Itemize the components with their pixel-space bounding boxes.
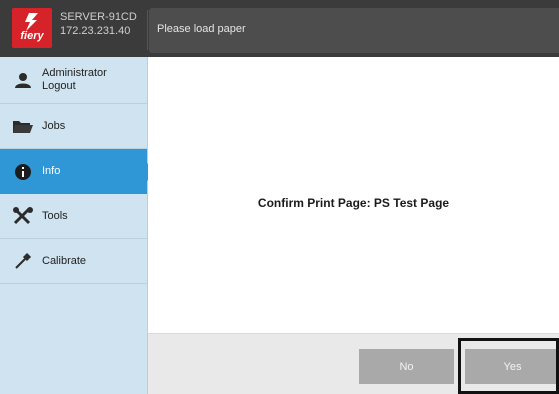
sidebar-item-calibrate[interactable]: Calibrate [0,239,147,284]
confirm-print-message: Confirm Print Page: PS Test Page [257,196,450,210]
dialog-button-bar: No Yes [148,333,559,394]
sidebar: Administrator Logout Jobs Info Tools Cal… [0,57,156,394]
status-message: Please load paper [157,23,246,35]
server-name: SERVER-91CD [60,11,137,23]
sidebar-item-label: Info [42,165,61,177]
no-button[interactable]: No [359,349,454,384]
pipette-icon [13,252,33,270]
fiery-flame-icon [25,12,38,31]
status-panel: Please load paper [149,8,559,53]
yes-button[interactable]: Yes [465,349,559,384]
server-ip: 172.23.231.40 [60,25,131,37]
info-icon [13,163,33,181]
server-info: SERVER-91CD 172.23.231.40 [60,10,137,38]
sidebar-item-administrator-logout[interactable]: Administrator Logout [0,57,147,104]
header-divider [147,10,148,50]
sidebar-item-label: Administrator Logout [42,67,107,92]
top-bar: fiery SERVER-91CD 172.23.231.40 Please l… [0,0,559,57]
sidebar-item-label: Tools [42,209,68,222]
logo-text: fiery [20,29,44,42]
folder-icon [13,117,33,135]
sidebar-item-jobs[interactable]: Jobs [0,104,147,149]
sidebar-item-tools[interactable]: Tools [0,194,147,239]
tools-icon [13,207,33,225]
user-icon [13,71,33,89]
sidebar-item-info[interactable]: Info [0,149,156,194]
sidebar-item-label: Calibrate [42,254,87,267]
fiery-logo: fiery [12,8,52,48]
main-content: Confirm Print Page: PS Test Page [148,57,559,333]
sidebar-item-label: Jobs [42,119,66,132]
